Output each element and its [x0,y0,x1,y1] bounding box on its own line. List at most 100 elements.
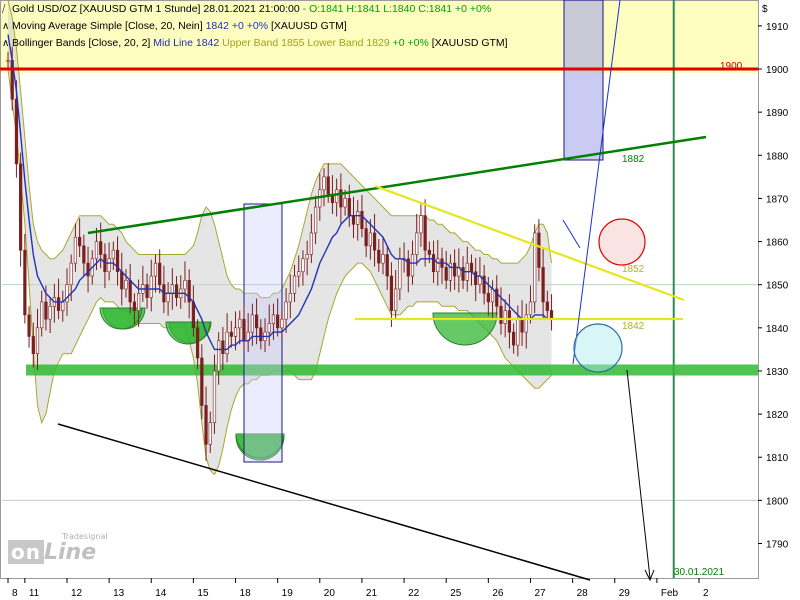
series-line-icon: ⧸ [2,4,6,15]
chart-legend: ⧸ Gold USD/OZ [XAUUSD GTM 1 Stunde] 28.01… [2,1,508,52]
legend-ma-symbol: [XAUUSD GTM] [270,20,347,32]
y-tick-label: 1910 [766,22,789,33]
candle-body [533,232,537,303]
y-tick-label: 1840 [766,324,789,335]
candle-body [23,249,27,316]
candle-body [225,331,229,355]
candle-body [78,236,82,247]
price-chart: 1790180018101820183018401850186018701880… [0,0,789,599]
candle-body [507,310,512,333]
candle-body [166,293,170,303]
candle-body [174,284,179,298]
candle-body [158,262,162,285]
candle-body [107,258,111,273]
y-tick-label: 1830 [766,367,789,378]
candle-body [351,215,356,225]
y-tick-label: 1820 [766,410,789,421]
onvista-logo: Tradesignal on Line [8,532,108,565]
candle-body [183,280,187,290]
legend-bb-value: +0 +0% [392,37,429,49]
candle-body [499,305,503,324]
legend-bb-name: Bollinger Bands [Close, 20, 2] [12,37,151,49]
candle-body [124,280,128,290]
support-zone [26,364,758,376]
candle-body [461,267,465,281]
candle-body [503,310,507,324]
candle-body [238,318,242,329]
candle-body [132,301,137,311]
candle-body [520,318,524,333]
y-tick-label: 1810 [766,453,789,464]
legend-bb-bands: Upper Band 1855 Lower Band 1829 [222,37,390,49]
candle-body [44,301,48,320]
candle-body [288,293,292,303]
x-tick-label: 26 [492,588,504,599]
projection-marker [562,219,581,249]
legend-price-ohlc: - O:1841 H:1841 L:1840 C:1841 +0 +0% [302,3,492,15]
label-1842: 1842 [622,321,645,332]
candle-body [305,254,309,260]
candle-body [259,327,263,342]
y-tick-label: 1790 [766,539,789,550]
x-tick-label: 25 [450,588,462,599]
candle-body [313,206,318,234]
candle-body [528,301,533,316]
x-tick-label: 19 [282,588,294,599]
x-tick-label: 14 [155,588,167,599]
x-tick-label: Feb [661,588,679,599]
x-tick-label: 12 [71,588,83,599]
candle-body [242,318,246,342]
y-tick-label: 1900 [766,65,789,76]
candle-body [512,331,516,346]
y-axis: 1790 1800 1810 1820 1830 1840 1850 1860 1870 1880… [758,22,789,550]
candle-body [423,215,427,251]
legend-row-ma: ∧ Moving Average Simple [Close, 20, Nein]… [2,18,508,35]
candle-body [427,249,431,255]
candle-body [27,314,31,337]
candle-body [545,301,549,311]
candle-body [14,98,19,165]
x-tick-label: 27 [534,588,546,599]
candle-body [368,232,372,247]
candle-body [322,176,326,191]
logo-on: on [8,540,44,564]
candle-body [364,228,368,247]
candle-body [111,249,115,260]
candle-body [385,254,389,277]
candle-body [537,232,541,268]
candle-body [276,314,280,329]
candle-body [145,284,149,298]
candle-body [56,297,61,311]
candle-body [149,275,153,298]
candle-body [431,254,436,273]
candle-body [73,236,78,264]
candle-body [490,288,495,303]
candle-body [419,215,423,234]
candle-body [254,314,259,329]
candle-body [309,232,313,255]
y-tick-label: 1800 [766,496,789,507]
candle-body [86,262,90,277]
candle-body [250,314,254,333]
candle-body [360,211,364,229]
y-tick-label: 1850 [766,281,789,292]
y-tick-label: 1860 [766,238,789,249]
candle-body [31,336,35,355]
candle-body [19,163,23,251]
candle-body [99,241,103,255]
candle-body [82,245,86,264]
candle-body [6,60,10,62]
legend-row-bb: ∧ Bollinger Bands [Close, 20, 2] Mid Line… [2,35,508,52]
candle-body [444,267,448,281]
highlight-circle-blue [573,323,623,373]
series-line-icon: ∧ [2,21,10,32]
candle-body [453,262,457,277]
projection-down [626,369,651,579]
y-tick-label: 1870 [766,194,789,205]
legend-bb-symbol: [XAUUSD GTM] [431,37,508,49]
candle-body [377,249,381,264]
highlight-circle-red [598,218,646,266]
candle-body [389,275,394,311]
trend-line-lower [57,423,591,581]
x-tick-label: 8 [12,588,18,599]
